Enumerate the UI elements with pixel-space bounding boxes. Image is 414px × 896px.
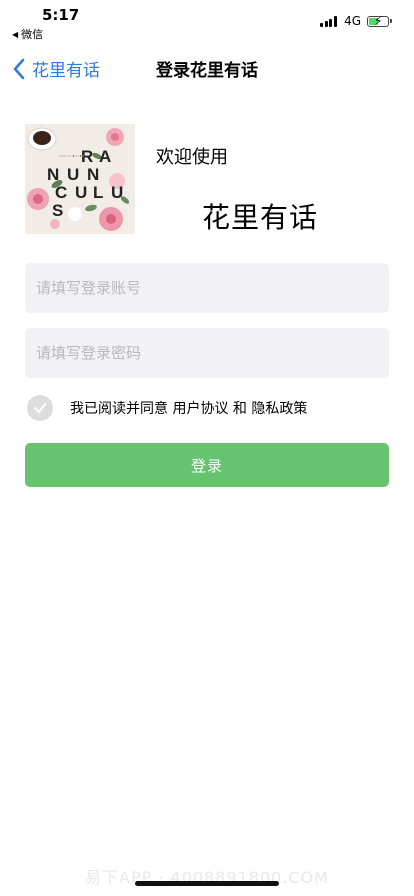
svg-text:N: N	[87, 165, 99, 184]
svg-text:L: L	[93, 183, 103, 202]
home-indicator[interactable]	[135, 881, 279, 886]
svg-text:U: U	[111, 183, 123, 202]
user-agreement-link[interactable]: 用户协议	[172, 401, 228, 417]
login-button[interactable]: 登录	[25, 443, 389, 487]
agreement-conjunction: 和	[228, 401, 252, 417]
agreement-row: 我已阅读并同意 用户协议 和 隐私政策	[27, 395, 307, 421]
brand-name: 花里有话	[202, 201, 319, 234]
signal-icon	[320, 15, 338, 27]
svg-text:S: S	[52, 201, 63, 220]
status-back-to-app[interactable]: ◀ 微信	[12, 26, 43, 42]
check-icon	[34, 403, 46, 413]
svg-text:U: U	[67, 165, 79, 184]
privacy-policy-link[interactable]: 隐私政策	[251, 401, 307, 417]
svg-text:C: C	[55, 183, 67, 202]
status-indicators: 4G ⚡	[320, 14, 392, 28]
svg-text:A: A	[99, 147, 111, 166]
svg-text:U: U	[75, 183, 87, 202]
status-time: 5:17	[42, 6, 80, 24]
network-type: 4G	[344, 14, 361, 28]
login-screen: 5:17 ◀ 微信 4G ⚡ 花里有话 登录花里有话 R A N U N C U…	[0, 0, 414, 896]
account-input[interactable]	[25, 263, 389, 313]
svg-text:○○○○○ ●○○●●: ○○○○○ ●○○●●	[59, 153, 85, 158]
svg-text:N: N	[47, 165, 59, 184]
battery-icon: ⚡	[367, 14, 389, 28]
password-input[interactable]	[25, 328, 389, 378]
flower-poster-image: RA NUN CULU S ○○○○○ ●○○●●	[25, 124, 135, 234]
status-back-label: 微信	[21, 28, 44, 41]
page-title: 登录花里有话	[156, 61, 258, 81]
agreement-prefix: 我已阅读并同意	[70, 401, 173, 417]
agreement-checkbox[interactable]	[27, 395, 53, 421]
welcome-text: 欢迎使用	[156, 147, 228, 168]
agreement-text: 我已阅读并同意 用户协议 和 隐私政策	[70, 398, 307, 418]
back-triangle-icon: ◀	[12, 29, 19, 39]
